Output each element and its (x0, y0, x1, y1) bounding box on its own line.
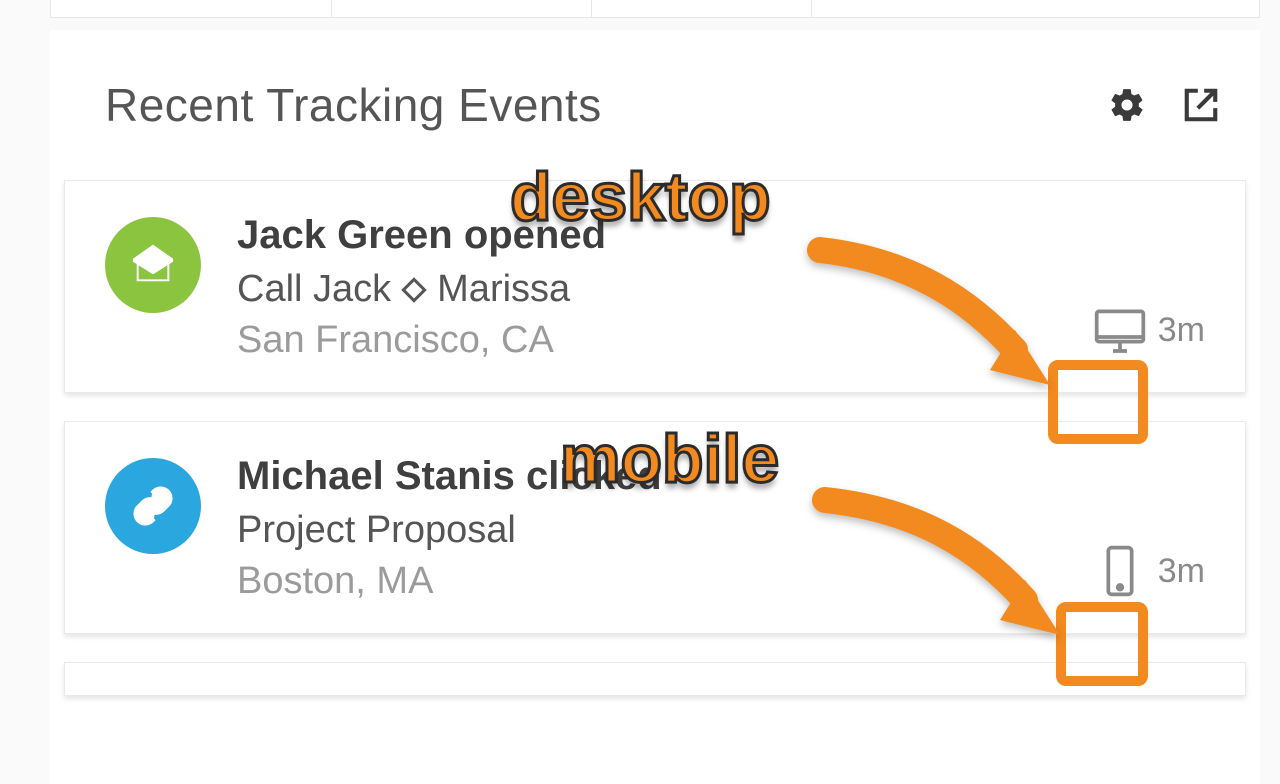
top-tab-strip (50, 0, 1260, 18)
panel-title: Recent Tracking Events (105, 78, 602, 132)
gear-icon[interactable] (1108, 86, 1146, 124)
desktop-icon (1092, 302, 1148, 358)
envelope-open-icon (105, 217, 201, 313)
annotation-arrow-desktop (800, 230, 1060, 400)
annotation-arrow-mobile (810, 480, 1070, 650)
mobile-icon (1092, 543, 1148, 599)
diamond-separator-icon (401, 277, 426, 302)
link-icon (105, 458, 201, 554)
annotation-highlight-desktop (1048, 360, 1148, 444)
open-external-icon[interactable] (1182, 86, 1220, 124)
event-time: 3m (1158, 311, 1205, 350)
annotation-label-desktop: desktop (510, 158, 771, 236)
annotation-label-mobile: mobile (560, 420, 779, 498)
event-time: 3m (1158, 552, 1205, 591)
